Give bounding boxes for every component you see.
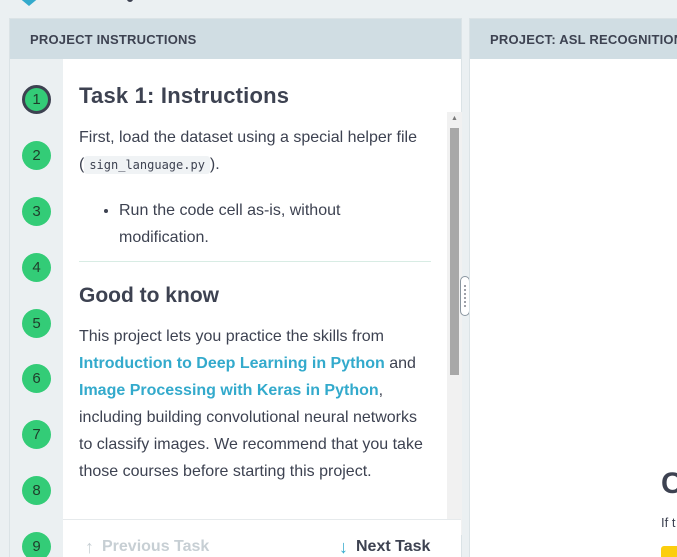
intro-text-end: ). [209, 156, 220, 173]
divider [79, 261, 431, 262]
project-text-fragment: If t [661, 515, 676, 530]
arrow-down-icon: ↓ [339, 537, 348, 557]
task-title: Task 1: Instructions [79, 83, 290, 108]
gtk-text: This project lets you practice the skill… [79, 328, 384, 345]
previous-task-label: Previous Task [102, 538, 210, 555]
task-rail: 1 2 3 4 5 6 7 8 9 [10, 59, 63, 557]
next-task-button[interactable]: ↓ Next Task [339, 538, 430, 556]
task-step-6[interactable]: 6 [22, 364, 51, 393]
instructions-content[interactable]: Task 1: Instructions First, load the dat… [63, 59, 463, 519]
logo-text-fragment [127, 0, 133, 2]
project-panel: PROJECT: ASL RECOGNITION W C If t [469, 18, 677, 557]
list-item: Run the code cell as-is, without modific… [119, 197, 431, 251]
instruction-list: Run the code cell as-is, without modific… [79, 197, 431, 251]
course-link-image-processing-keras[interactable]: Image Processing with Keras in Python [79, 382, 379, 399]
task-step-7[interactable]: 7 [22, 420, 51, 449]
arrow-up-icon: ↑ [85, 537, 94, 557]
good-to-know-heading: Good to know [79, 284, 219, 307]
task-step-5[interactable]: 5 [22, 309, 51, 338]
instructions-panel: PROJECT INSTRUCTIONS 1 2 3 4 5 6 7 8 9 T… [9, 18, 462, 557]
project-heading-fragment: C [661, 467, 677, 500]
task-step-3[interactable]: 3 [22, 197, 51, 226]
good-to-know-paragraph: This project lets you practice the skill… [79, 323, 431, 485]
scroll-up-arrow-icon[interactable]: ▲ [447, 112, 462, 126]
task-navigation-footer: ↑ Previous Task ↓ Next Task [63, 519, 461, 557]
previous-task-button[interactable]: ↑ Previous Task [85, 538, 209, 556]
logo-icon[interactable] [16, 0, 42, 6]
project-panel-header: PROJECT: ASL RECOGNITION W [470, 19, 677, 59]
content-scrollbar[interactable]: ▲ ▼ [447, 112, 462, 535]
intro-paragraph: First, load the dataset using a special … [79, 124, 431, 179]
scrollbar-thumb[interactable] [450, 128, 459, 375]
task-step-2[interactable]: 2 [22, 141, 51, 170]
task-step-9[interactable]: 9 [22, 532, 51, 557]
task-step-1[interactable]: 1 [22, 85, 51, 114]
gtk-text-and: and [384, 355, 416, 372]
project-action-button[interactable] [661, 546, 677, 557]
course-link-intro-deep-learning[interactable]: Introduction to Deep Learning in Python [79, 355, 385, 372]
task-step-8[interactable]: 8 [22, 476, 51, 505]
next-task-label: Next Task [356, 538, 431, 555]
task-step-4[interactable]: 4 [22, 253, 51, 282]
instructions-panel-header: PROJECT INSTRUCTIONS [10, 19, 461, 59]
helper-file-code: sign_language.py [84, 156, 210, 174]
